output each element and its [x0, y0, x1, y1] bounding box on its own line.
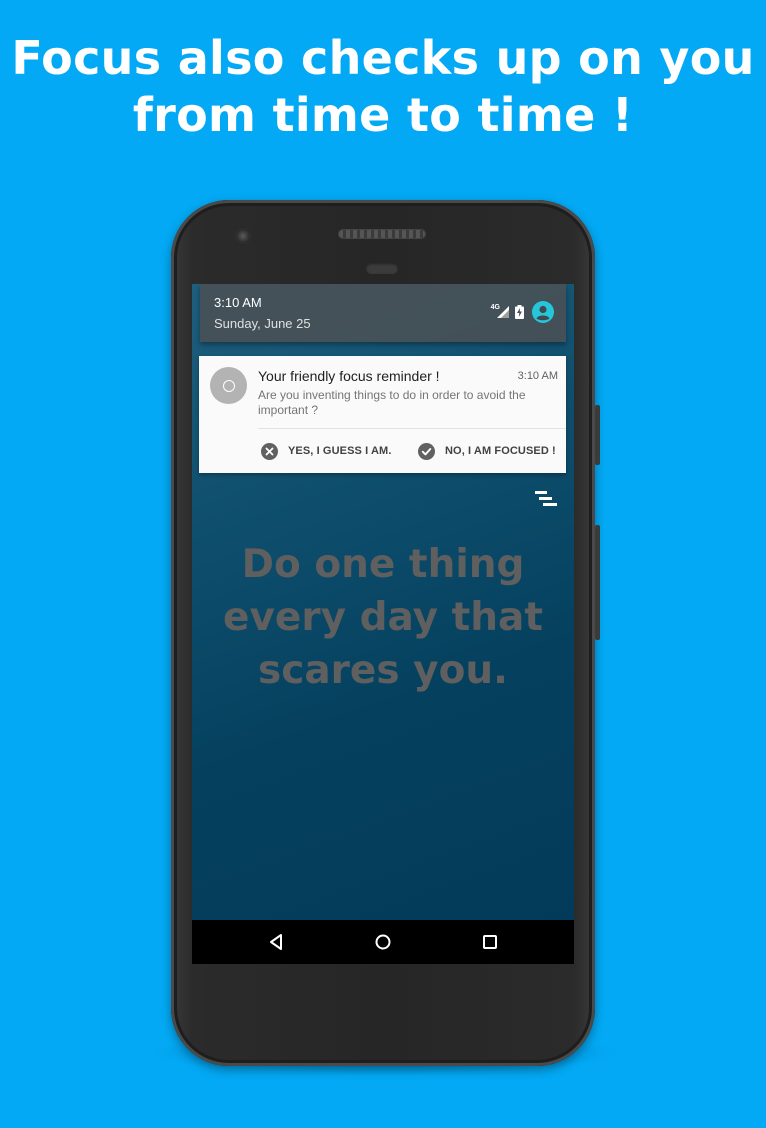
- network-type-label: 4G: [490, 303, 500, 311]
- notification-divider: [258, 428, 566, 429]
- yes-button-label: YES, I GUESS I AM.: [288, 445, 392, 457]
- recents-icon[interactable]: [479, 931, 501, 953]
- front-camera: [235, 228, 251, 244]
- promo-headline-line1: Focus also checks up on you: [11, 31, 755, 85]
- earpiece-speaker: [339, 230, 425, 238]
- back-icon[interactable]: [266, 931, 288, 953]
- no-button-label: NO, I AM FOCUSED !: [445, 445, 556, 457]
- promo-headline-line2: from time to time !: [132, 88, 634, 142]
- battery-charging-icon: [515, 305, 524, 319]
- notification-body: Are you inventing things to do in order …: [258, 388, 526, 417]
- no-focused-button[interactable]: NO, I AM FOCUSED !: [418, 441, 556, 461]
- status-time: 3:10 AM: [214, 295, 262, 310]
- quote-text: Do one thing every day that scares you.: [192, 538, 574, 697]
- yes-i-guess-button[interactable]: YES, I GUESS I AM.: [261, 441, 391, 461]
- quote-line1: Do one thing: [241, 542, 525, 587]
- check-circle-icon: [418, 442, 435, 460]
- status-date[interactable]: Sunday, June 25: [214, 316, 311, 331]
- volume-button: [595, 525, 600, 640]
- notification-card[interactable]: Your friendly focus reminder ! 3:10 AM A…: [199, 356, 566, 473]
- phone-screen: 3:10 AM Sunday, June 25 4G Your friendly…: [192, 284, 574, 964]
- quote-line2: every day that: [223, 595, 543, 640]
- notification-time: 3:10 AM: [517, 370, 558, 382]
- user-account-icon[interactable]: [532, 301, 554, 323]
- quick-settings-header[interactable]: 3:10 AM Sunday, June 25 4G: [200, 284, 566, 342]
- proximity-sensor: [366, 263, 398, 274]
- notification-title: Your friendly focus reminder !: [258, 368, 440, 384]
- promo-headline: Focus also checks up on you from time to…: [0, 30, 766, 144]
- home-icon[interactable]: [372, 931, 394, 953]
- focus-circle-icon: [222, 379, 235, 392]
- cancel-circle-icon: [261, 442, 278, 460]
- power-button: [595, 405, 600, 465]
- app-icon: [210, 367, 247, 404]
- status-icons: 4G: [491, 301, 554, 323]
- menu-icon[interactable]: [535, 490, 557, 508]
- navigation-bar: [192, 920, 574, 964]
- quote-line3: scares you.: [258, 648, 508, 693]
